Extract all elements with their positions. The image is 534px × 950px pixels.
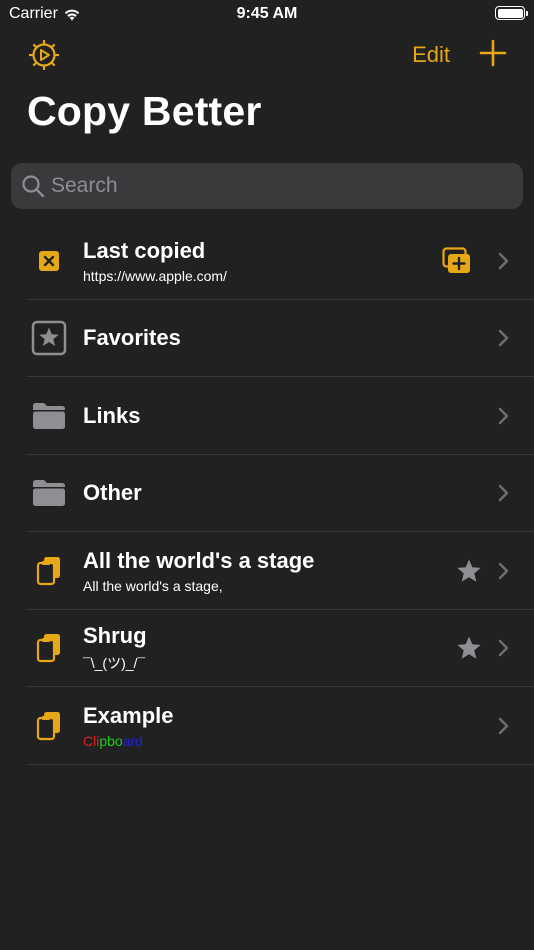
row-title: Example [83, 702, 174, 728]
row-subtitle: All the world's a stage, [83, 577, 223, 594]
status-bar: Carrier 9:45 AM [0, 0, 534, 28]
chevron-right-icon [498, 252, 509, 269]
chevron-right-icon [498, 640, 509, 657]
row-title: Other [83, 480, 142, 506]
list-item-clip[interactable]: Example Clipboard [0, 687, 534, 765]
battery-icon [495, 6, 528, 20]
search-input[interactable] [51, 174, 491, 198]
favorites-icon [31, 320, 67, 356]
settings-button[interactable] [26, 37, 62, 73]
search-icon [22, 175, 45, 198]
row-title: All the world's a stage [83, 547, 315, 573]
chevron-right-icon [498, 562, 509, 579]
row-title: Links [83, 402, 141, 428]
navigation-bar: Edit [0, 34, 534, 76]
add-to-clipboard-icon[interactable] [442, 247, 472, 275]
row-title: Shrug [83, 623, 147, 649]
clipboard-icon [31, 708, 67, 744]
clipboard-icon [31, 630, 67, 666]
folder-icon [31, 475, 67, 511]
chevron-right-icon [498, 717, 509, 734]
list-item-last-copied[interactable]: Last copied https://www.apple.com/ [0, 222, 534, 300]
page-title: Copy Better [27, 88, 262, 134]
edit-button[interactable]: Edit [412, 42, 450, 68]
clipboard-list: Last copied https://www.apple.com/ Favor… [0, 222, 534, 765]
clipboard-icon [31, 553, 67, 589]
list-item-favorites[interactable]: Favorites [0, 300, 534, 378]
chevron-right-icon [498, 485, 509, 502]
star-icon[interactable] [456, 558, 482, 584]
row-subtitle: Clipboard [83, 733, 174, 749]
row-subtitle: https://www.apple.com/ [83, 267, 227, 284]
last-copied-icon [31, 243, 67, 279]
list-item-links[interactable]: Links [0, 377, 534, 455]
status-time: 9:45 AM [236, 5, 298, 22]
chevron-right-icon [498, 407, 509, 424]
star-icon[interactable] [456, 635, 482, 661]
list-item-clip[interactable]: All the world's a stage All the world's … [0, 532, 534, 610]
row-title: Favorites [83, 325, 181, 351]
add-button[interactable] [478, 38, 508, 68]
chevron-right-icon [498, 330, 509, 347]
subtitle-part: pbo [99, 732, 123, 749]
row-subtitle: ¯\_(ツ)_/¯ [83, 655, 146, 672]
subtitle-part: Cli [83, 732, 100, 749]
list-item-other[interactable]: Other [0, 455, 534, 533]
row-title: Last copied [83, 237, 206, 263]
search-bar[interactable] [11, 163, 523, 209]
subtitle-part: ard [122, 732, 143, 749]
list-item-clip[interactable]: Shrug ¯\_(ツ)_/¯ [0, 610, 534, 688]
folder-icon [31, 398, 67, 434]
gear-icon [29, 40, 59, 70]
